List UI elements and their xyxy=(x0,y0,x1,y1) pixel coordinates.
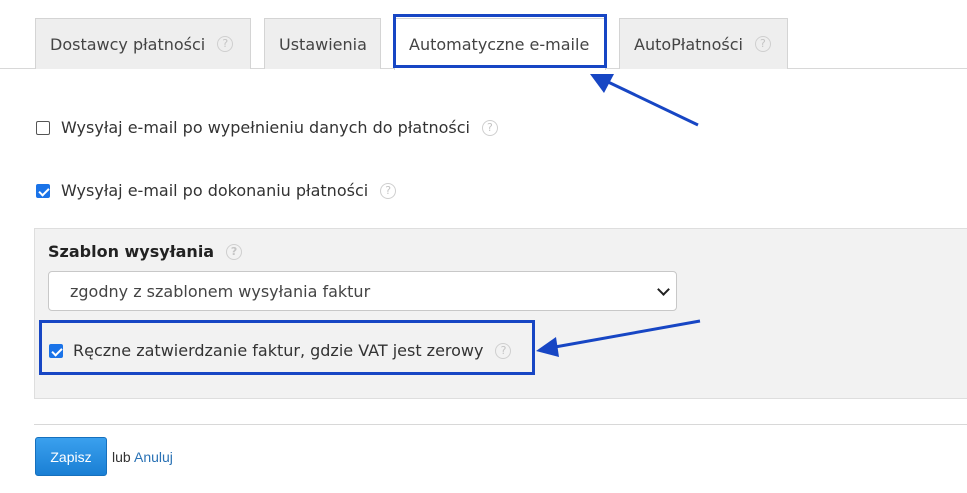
chevron-down-icon xyxy=(657,283,670,296)
panel-title-text: Szablon wysyłania xyxy=(48,242,215,261)
option-send-after-payment: Wysyłaj e-mail po dokonaniu płatności ? xyxy=(36,181,397,200)
tab-highlight-box xyxy=(393,14,607,68)
or-text: lub xyxy=(112,449,131,465)
tab-label: Ustawienia xyxy=(279,34,367,54)
cancel-link[interactable]: Anuluj xyxy=(134,449,173,465)
help-icon[interactable]: ? xyxy=(481,119,498,136)
arrow-to-tab xyxy=(590,74,699,127)
tab-payment-providers[interactable]: Dostawcy płatności ? xyxy=(35,18,251,69)
template-select[interactable]: zgodny z szablonem wysyłania faktur xyxy=(48,271,677,311)
option-highlight-box xyxy=(39,320,535,375)
footer-divider xyxy=(34,424,967,425)
select-value: zgodny z szablonem wysyłania faktur xyxy=(70,281,371,301)
save-button[interactable]: Zapisz xyxy=(35,437,107,476)
tab-settings[interactable]: Ustawienia xyxy=(264,18,381,69)
option-send-after-data: Wysyłaj e-mail po wypełnieniu danych do … xyxy=(36,118,498,137)
option-label: Wysyłaj e-mail po dokonaniu płatności xyxy=(61,181,369,200)
send-after-payment-checkbox[interactable] xyxy=(36,183,50,198)
help-icon[interactable]: ? xyxy=(217,36,234,52)
send-after-data-checkbox[interactable] xyxy=(36,120,50,135)
tab-autopayments[interactable]: AutoPłatności ? xyxy=(619,18,788,69)
tab-label: AutoPłatności xyxy=(634,34,743,54)
option-label: Wysyłaj e-mail po wypełnieniu danych do … xyxy=(61,118,470,137)
help-icon[interactable]: ? xyxy=(380,182,397,199)
help-icon[interactable]: ? xyxy=(226,243,243,260)
help-icon[interactable]: ? xyxy=(754,36,771,52)
tab-label: Dostawcy płatności xyxy=(50,34,206,54)
template-panel-title: Szablon wysyłania ? xyxy=(48,242,243,261)
